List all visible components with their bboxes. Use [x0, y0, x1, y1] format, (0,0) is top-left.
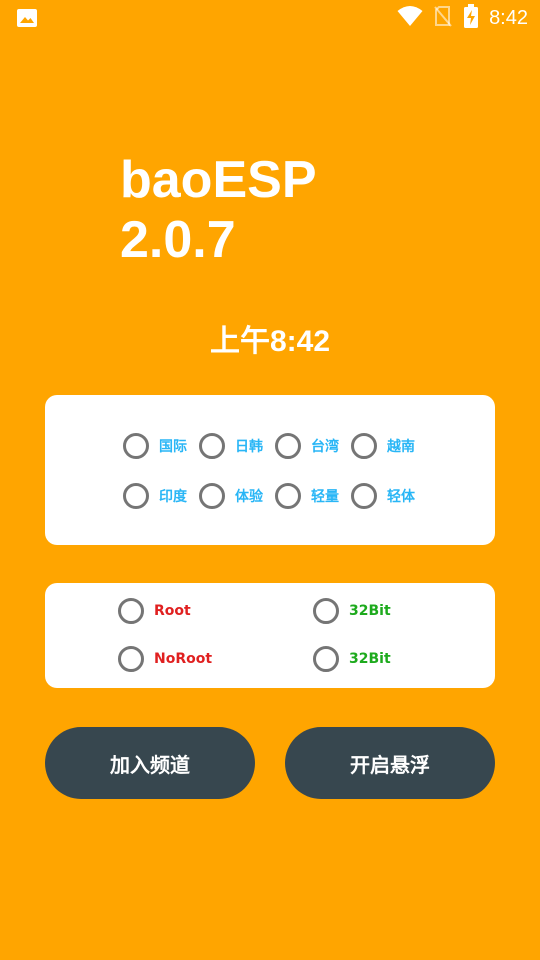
- region-option-lite[interactable]: 轻量: [275, 481, 351, 511]
- radio-label: 轻量: [311, 489, 339, 505]
- radio-label: 台湾: [311, 439, 339, 455]
- radio-button[interactable]: [351, 433, 377, 459]
- region-radio-group: 国际 日韩 台湾 越南 印度 体验 轻量 轻体: [123, 431, 427, 511]
- clock-label: 上午8:42: [209, 325, 331, 358]
- radio-button[interactable]: [275, 483, 301, 509]
- radio-button[interactable]: [199, 433, 225, 459]
- region-option-taiwan[interactable]: 台湾: [275, 431, 351, 461]
- mode-option-32bit-root[interactable]: 32Bit: [313, 596, 463, 626]
- region-option-trial[interactable]: 体验: [199, 481, 275, 511]
- region-card: 国际 日韩 台湾 越南 印度 体验 轻量 轻体: [45, 395, 495, 545]
- mode-label: 32Bit: [349, 603, 391, 619]
- radio-label: 体验: [235, 489, 263, 505]
- join-channel-button[interactable]: 加入频道: [45, 727, 255, 799]
- mode-card: Root 32Bit NoRoot 32Bit: [45, 583, 495, 688]
- radio-button[interactable]: [123, 483, 149, 509]
- region-option-intl[interactable]: 国际: [123, 431, 199, 461]
- region-option-jpkr[interactable]: 日韩: [199, 431, 275, 461]
- mode-label: NoRoot: [154, 651, 213, 667]
- radio-label: 印度: [159, 489, 187, 505]
- region-option-india[interactable]: 印度: [123, 481, 199, 511]
- radio-button[interactable]: [351, 483, 377, 509]
- battery-charging-icon: [463, 4, 479, 32]
- radio-button[interactable]: [313, 646, 339, 672]
- radio-button[interactable]: [313, 598, 339, 624]
- radio-button[interactable]: [199, 483, 225, 509]
- radio-label: 轻体: [387, 489, 415, 505]
- mode-option-root[interactable]: Root: [118, 596, 313, 626]
- status-bar: 8:42: [0, 0, 540, 36]
- app-title: baoESP 2.0.7: [120, 151, 316, 269]
- radio-button[interactable]: [118, 598, 144, 624]
- mode-radio-group: Root 32Bit NoRoot 32Bit: [118, 596, 463, 674]
- radio-button[interactable]: [118, 646, 144, 672]
- image-icon: [16, 8, 38, 28]
- mode-option-32bit-noroot[interactable]: 32Bit: [313, 644, 463, 674]
- open-float-button[interactable]: 开启悬浮: [285, 727, 495, 799]
- no-sim-icon: [433, 5, 453, 31]
- radio-button[interactable]: [275, 433, 301, 459]
- wifi-icon: [397, 5, 423, 31]
- region-option-vietnam[interactable]: 越南: [351, 431, 427, 461]
- radio-label: 国际: [159, 439, 187, 455]
- radio-button[interactable]: [123, 433, 149, 459]
- radio-label: 日韩: [235, 439, 263, 455]
- mode-label: 32Bit: [349, 651, 391, 667]
- mode-option-noroot[interactable]: NoRoot: [118, 644, 313, 674]
- region-option-light-body[interactable]: 轻体: [351, 481, 427, 511]
- mode-label: Root: [154, 603, 191, 619]
- status-time: 8:42: [489, 7, 528, 29]
- radio-label: 越南: [387, 439, 415, 455]
